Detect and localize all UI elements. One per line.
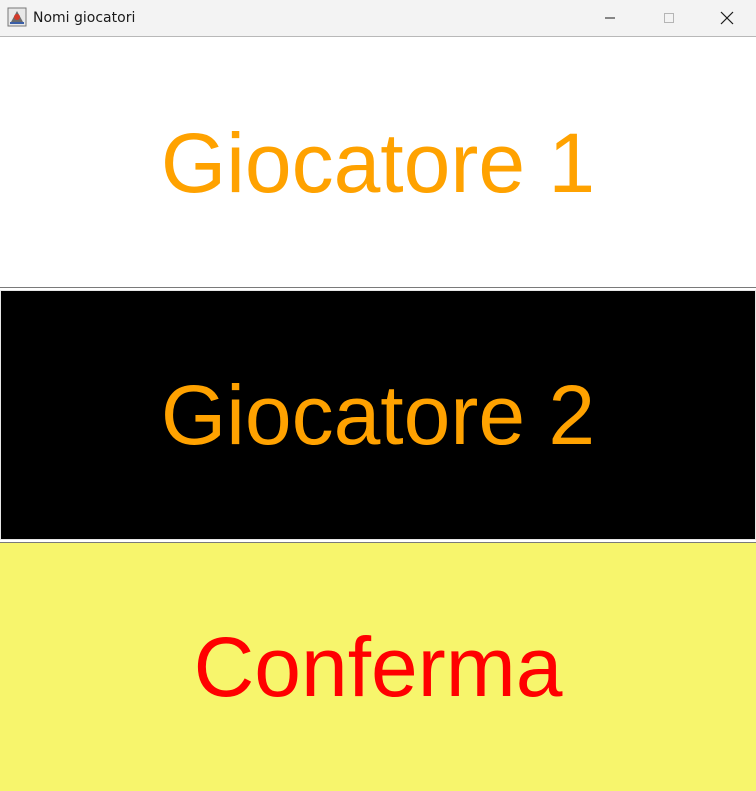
minimize-button[interactable] [581, 0, 639, 36]
maximize-icon [664, 13, 674, 23]
player-2-name-field[interactable]: Giocatore 2 [0, 290, 756, 540]
player-1-name-field[interactable]: Giocatore 1 [0, 38, 756, 288]
confirm-button[interactable]: Conferma [0, 542, 756, 791]
window-title: Nomi giocatori [33, 10, 136, 26]
player-2-label: Giocatore 2 [160, 368, 596, 462]
confirm-button-label: Conferma [193, 620, 563, 714]
title-bar[interactable]: Nomi giocatori [0, 0, 756, 37]
maximize-button[interactable] [640, 0, 698, 36]
player-1-label: Giocatore 1 [160, 115, 596, 210]
close-icon [720, 11, 734, 25]
close-button[interactable] [698, 0, 756, 36]
minimize-icon [605, 17, 615, 19]
java-app-icon [7, 7, 27, 27]
